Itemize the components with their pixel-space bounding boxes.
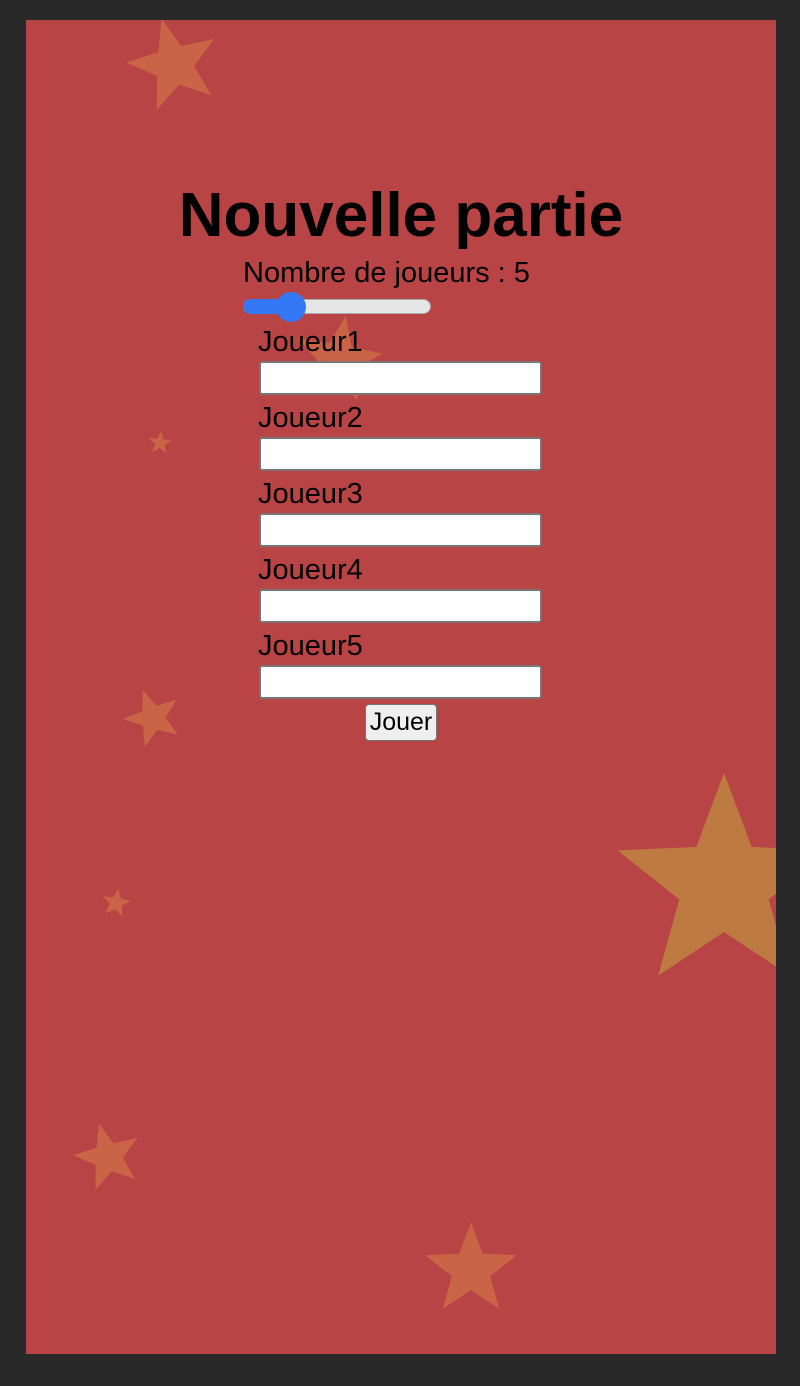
player-5-label: Joueur5: [258, 630, 363, 662]
star-decoration: [425, 1222, 517, 1309]
player-5-input[interactable]: [259, 665, 542, 699]
game-setup-panel: Nouvelle partie Nombre de joueurs : 5 Jo…: [26, 20, 776, 1354]
player-3-input[interactable]: [259, 513, 542, 547]
slider-thumb[interactable]: [275, 292, 306, 322]
player-4-label: Joueur4: [258, 554, 363, 586]
play-button[interactable]: Jouer: [365, 704, 437, 741]
page-title: Nouvelle partie: [178, 181, 624, 250]
player-2-input[interactable]: [259, 437, 542, 471]
star-decoration: [102, 888, 131, 917]
player-2-label: Joueur2: [258, 402, 363, 434]
star-decoration: [126, 20, 215, 110]
player-count-slider[interactable]: [243, 292, 433, 322]
player-3-label: Joueur3: [258, 478, 363, 510]
star-decoration: [149, 431, 172, 454]
star-decoration: [617, 773, 776, 976]
player-4-input[interactable]: [259, 589, 542, 623]
player-1-label: Joueur1: [258, 326, 363, 358]
star-decoration: [73, 1123, 138, 1190]
player-count-label: Nombre de joueurs : 5: [243, 257, 530, 289]
star-decoration: [123, 689, 178, 747]
player-1-input[interactable]: [259, 361, 542, 395]
